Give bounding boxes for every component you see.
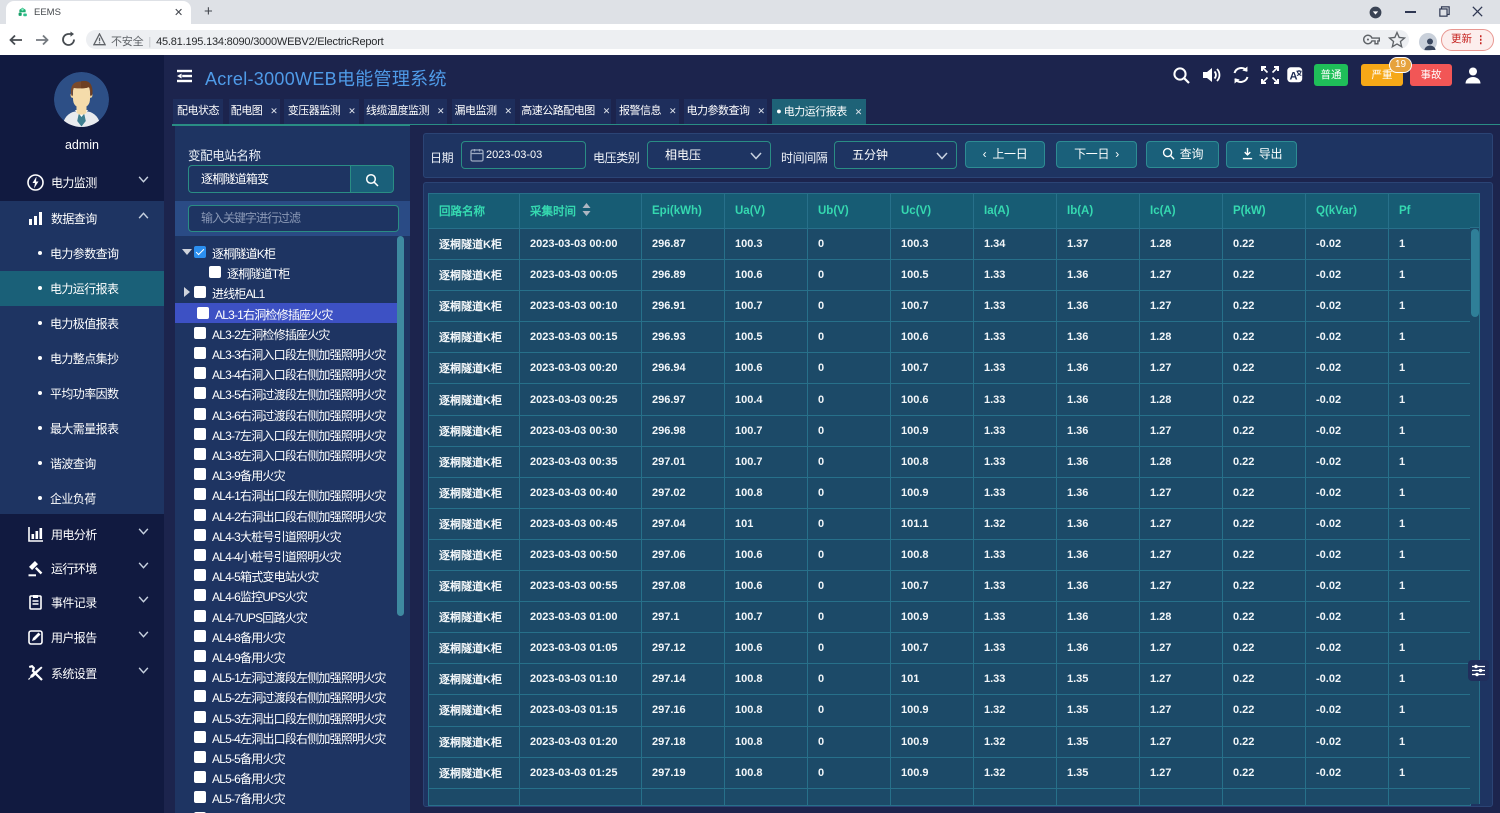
svg-text:A: A (1290, 71, 1298, 83)
